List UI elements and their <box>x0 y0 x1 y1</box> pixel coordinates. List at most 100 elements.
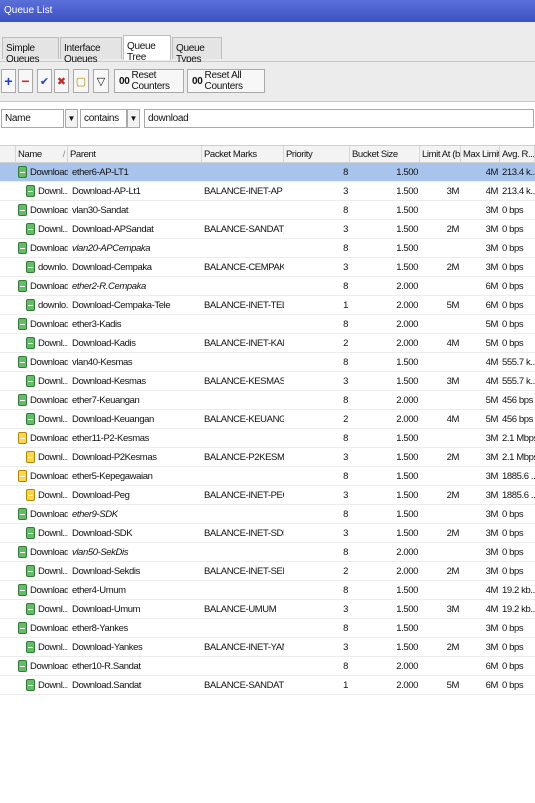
cell-parent: Download-Cempaka <box>72 262 152 273</box>
tab-simple-queues[interactable]: Simple Queues <box>2 37 59 65</box>
table-row[interactable]: Download... ether7-Keuangan 8 2.000 5M456 bp… <box>0 391 535 410</box>
filter-field-select[interactable]: Name <box>1 109 64 128</box>
table-row[interactable]: Download... ether11-P2-Kesmas 8 1.500 3M2.1 … <box>0 429 535 448</box>
table-row[interactable]: Downl... Download-AP-Lt1 BALANCE-INET-AP 3 1… <box>0 182 535 201</box>
column-header-name[interactable]: Name / <box>16 146 68 163</box>
filter-operator-select[interactable]: contains <box>80 109 127 128</box>
cell-bucket-size: 2.000 <box>396 300 418 311</box>
cell-priority: 8 <box>343 623 348 634</box>
enable-button[interactable]: ✔ <box>37 69 52 93</box>
table-row[interactable]: Downl... Download-Peg BALANCE-INET-PEG 3 1.5… <box>0 486 535 505</box>
table-row[interactable]: Downl... Download-SDK BALANCE-INET-SDK 3 1.5… <box>0 524 535 543</box>
cell-limit-at <box>420 163 461 182</box>
disable-button[interactable]: ✖ <box>54 69 69 93</box>
tab-interface-queues[interactable]: Interface Queues <box>60 37 122 65</box>
table-row[interactable]: Download... vlan30-Sandat 8 1.500 3M0 bps <box>0 201 535 220</box>
cell-priority: 3 <box>343 224 348 235</box>
queue-icon <box>18 622 27 634</box>
plus-icon: + <box>4 73 13 89</box>
cell-avg-rate: 0 bps <box>502 680 524 691</box>
column-header-avg-rate[interactable]: Avg. R... <box>500 146 535 163</box>
cell-bucket-size: 1.500 <box>396 642 418 653</box>
filter-value-input[interactable]: download <box>144 109 534 128</box>
table-row[interactable]: Download... vlan50-SekDis 8 2.000 3M0 bps <box>0 543 535 562</box>
table-row[interactable]: Download... vlan20-APCempaka 8 1.500 3M0 bps <box>0 239 535 258</box>
tab-queue-types[interactable]: Queue Types <box>172 37 222 65</box>
table-row[interactable]: Download... ether2-R.Cempaka 8 2.000 6M0 bps <box>0 277 535 296</box>
cell-priority: 8 <box>343 547 348 558</box>
table-row[interactable]: Downl... Download-Umum BALANCE-UMUM 3 1.500 3… <box>0 600 535 619</box>
cell-max-limit: 3M <box>485 243 499 254</box>
queue-icon <box>18 242 27 254</box>
cell-avg-rate: 0 bps <box>502 566 524 577</box>
tab-queue-tree[interactable]: Queue Tree <box>123 35 171 63</box>
table-row[interactable]: Downl... Download-Kadis BALANCE-INET-KADIS… <box>0 334 535 353</box>
cell-max-limit: 5M <box>485 395 499 406</box>
cell-parent: ether10-R.Sandat <box>72 661 141 672</box>
reset-all-counters-button[interactable]: 00 Reset All Counters <box>187 69 265 93</box>
table-row[interactable]: downlo... Download-Cempaka BALANCE-CEMPAKA… <box>0 258 535 277</box>
cell-limit-at: 3M <box>446 186 460 197</box>
cell-packet-marks <box>202 239 284 258</box>
table-row[interactable]: Downl... Download-Yankes BALANCE-INET-YAN.… <box>0 638 535 657</box>
queue-icon <box>26 527 35 539</box>
add-button[interactable]: + <box>1 69 16 93</box>
table-row[interactable]: Downl... Download-APSandat BALANCE-SANDAT_… <box>0 220 535 239</box>
cell-parent: Download.Sandat <box>72 680 141 691</box>
cell-name: Download... <box>30 471 68 482</box>
cell-limit-at: 2M <box>446 452 460 463</box>
cell-name: Downl... <box>38 604 68 615</box>
cell-limit-at <box>420 657 461 676</box>
column-header-bucket-size[interactable]: Bucket Size <box>350 146 420 163</box>
reset-counters-button[interactable]: 00 Reset Counters <box>114 69 184 93</box>
comment-button[interactable]: ▢ <box>73 69 89 93</box>
cell-priority: 8 <box>343 471 348 482</box>
table-row[interactable]: Downl... Download.Sandat BALANCE-SANDAT 1 2.… <box>0 676 535 695</box>
chevron-down-icon[interactable]: ▼ <box>65 109 78 128</box>
cell-limit-at: 2M <box>446 262 460 273</box>
column-header-priority[interactable]: Priority <box>284 146 350 163</box>
table-row[interactable]: Download... ether10-R.Sandat 8 2.000 6M0 bps <box>0 657 535 676</box>
cell-limit-at <box>420 391 461 410</box>
cell-avg-rate: 2.1 Mbps <box>502 452 535 463</box>
cell-max-limit: 5M <box>485 319 499 330</box>
table-row[interactable]: Download... ether5-Kepegawaian 8 1.500 3M188… <box>0 467 535 486</box>
cell-name: Download... <box>30 357 68 368</box>
table-row[interactable]: Download... ether8-Yankes 8 1.500 3M0 bps <box>0 619 535 638</box>
toolbar: + − ✔ ✖ ▢ ▽ 00 Reset Counters 00 Reset A… <box>0 62 535 102</box>
table-row[interactable]: Downl... Download-Keuangan BALANCE-KEUANGA… <box>0 410 535 429</box>
cell-parent: ether5-Kepegawaian <box>72 471 153 482</box>
filter-button[interactable]: ▽ <box>93 69 109 93</box>
reset-all-counters-label: Reset All Counters <box>204 70 243 92</box>
table-row[interactable]: Download... ether3-Kadis 8 2.000 5M0 bps <box>0 315 535 334</box>
table-row[interactable]: Download... ether4-Umum 8 1.500 4M19.2 kb... <box>0 581 535 600</box>
table-row[interactable]: Downl... Download-Kesmas BALANCE-KESMAS 3 1.… <box>0 372 535 391</box>
chevron-down-icon[interactable]: ▼ <box>127 109 140 128</box>
cell-limit-at: 5M <box>446 680 460 691</box>
cell-bucket-size: 1.500 <box>396 604 418 615</box>
table-row[interactable]: Downl... Download-P2Kesmas BALANCE-P2KESMA… <box>0 448 535 467</box>
table-row[interactable]: Download... ether6-AP-LT1 8 1.500 4M213.4 k.… <box>0 163 535 182</box>
cell-parent: Download-SDK <box>72 528 133 539</box>
column-header-limit-at[interactable]: Limit At (b... <box>420 146 461 163</box>
cell-parent: Download-Umum <box>72 604 141 615</box>
cell-max-limit: 3M <box>485 262 499 273</box>
column-header-parent[interactable]: Parent <box>68 146 202 163</box>
header-spacer <box>0 146 16 163</box>
column-header-max-limit[interactable]: Max Limit ... <box>461 146 500 163</box>
queue-icon <box>26 641 35 653</box>
table-row[interactable]: downlo... Download-Cempaka-Tele BALANCE-IN… <box>0 296 535 315</box>
cell-bucket-size: 1.500 <box>396 224 418 235</box>
cell-parent: ether11-P2-Kesmas <box>72 433 149 444</box>
remove-button[interactable]: − <box>18 69 33 93</box>
cell-parent: ether9-SDK <box>72 509 118 520</box>
table-row[interactable]: Downl... Download-Sekdis BALANCE-INET-SEK.… <box>0 562 535 581</box>
queue-icon <box>26 565 35 577</box>
cell-priority: 2 <box>343 414 348 425</box>
cell-parent: Download-Sekdis <box>72 566 140 577</box>
table-row[interactable]: Download... ether9-SDK 8 1.500 3M0 bps <box>0 505 535 524</box>
tab-bar: Simple Queues Interface Queues Queue Tre… <box>0 22 535 65</box>
table-row[interactable]: Download... vlan40-Kesmas 8 1.500 4M555.7 k.… <box>0 353 535 372</box>
column-header-packet-marks[interactable]: Packet Marks <box>202 146 284 163</box>
cell-priority: 8 <box>343 357 348 368</box>
